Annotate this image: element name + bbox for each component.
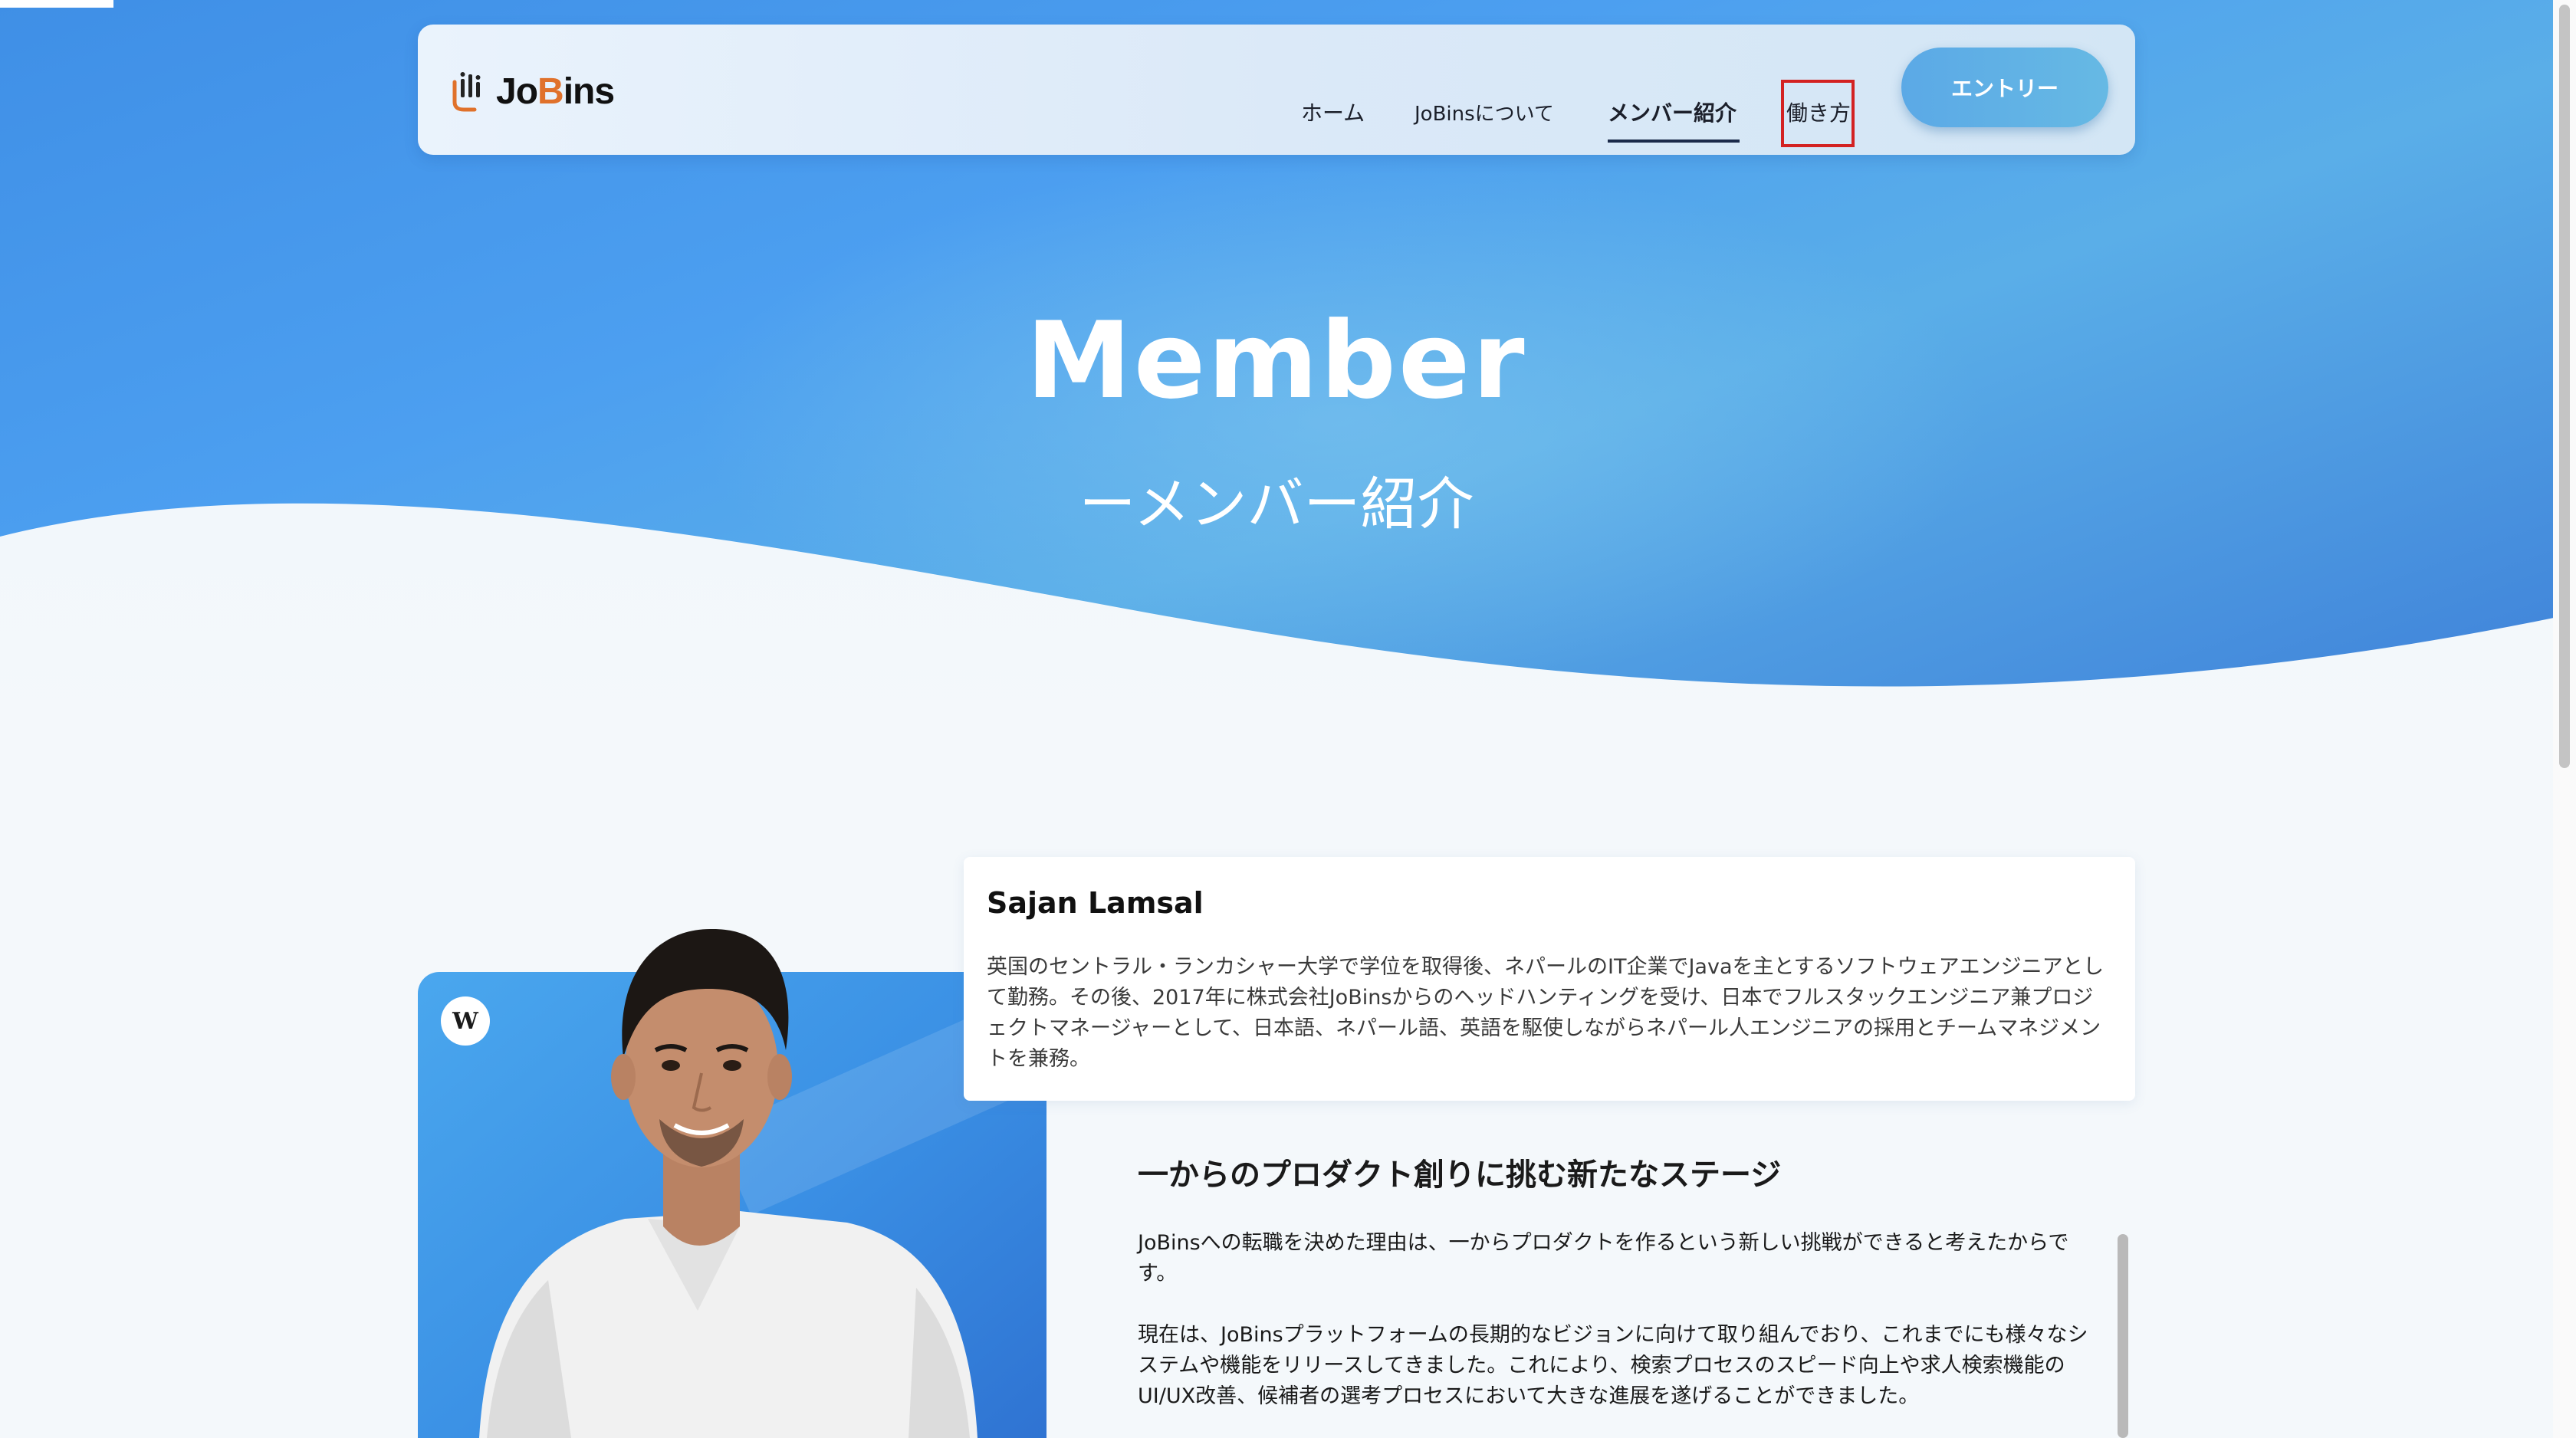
top-left-strip xyxy=(0,0,113,8)
logo-text: JoBins xyxy=(496,71,615,112)
badge-w-icon: W xyxy=(441,996,490,1046)
member-name: Sajan Lamsal xyxy=(987,886,1204,920)
nav-about[interactable]: JoBinsについて xyxy=(1414,98,1554,126)
member-info-card: Sajan Lamsal 英国のセントラル・ランカシャー大学で学位を取得後、ネパ… xyxy=(964,857,2135,1101)
entry-button[interactable]: エントリー xyxy=(1901,48,2108,127)
page-scrollbar-thumb[interactable] xyxy=(2559,5,2570,768)
member-photo xyxy=(479,928,978,1438)
nav-home[interactable]: ホーム xyxy=(1301,97,1365,127)
story-paragraph-2: 現在は、JoBinsプラットフォームの長期的なビジョンに向けて取り組んでおり、こ… xyxy=(1138,1323,2088,1408)
nav-members[interactable]: メンバー紹介 xyxy=(1608,97,1737,127)
member-bio: 英国のセントラル・ランカシャー大学で学位を取得後、ネパールのIT企業でJavaを… xyxy=(987,955,2104,1071)
story-heading: 一からのプロダクト創りに挑む新たなステージ xyxy=(1138,1157,1782,1193)
story-scrollbar[interactable] xyxy=(2118,1234,2128,1438)
site-header: JoBins ホーム JoBinsについて メンバー紹介 働き方 エントリー xyxy=(418,25,2135,155)
page-subtitle: ーメンバー紹介 xyxy=(1079,471,1474,537)
page-title: Member xyxy=(1026,299,1527,422)
nav-active-underline xyxy=(1608,140,1740,143)
jobins-logo[interactable]: JoBins xyxy=(449,64,615,118)
story-paragraph-1: JoBinsへの転職を決めた理由は、一からプロダクトを作るという新しい挑戦ができ… xyxy=(1138,1231,2069,1285)
logo-mark-icon xyxy=(452,72,481,112)
nav-work-style[interactable]: 働き方 xyxy=(1786,97,1851,127)
